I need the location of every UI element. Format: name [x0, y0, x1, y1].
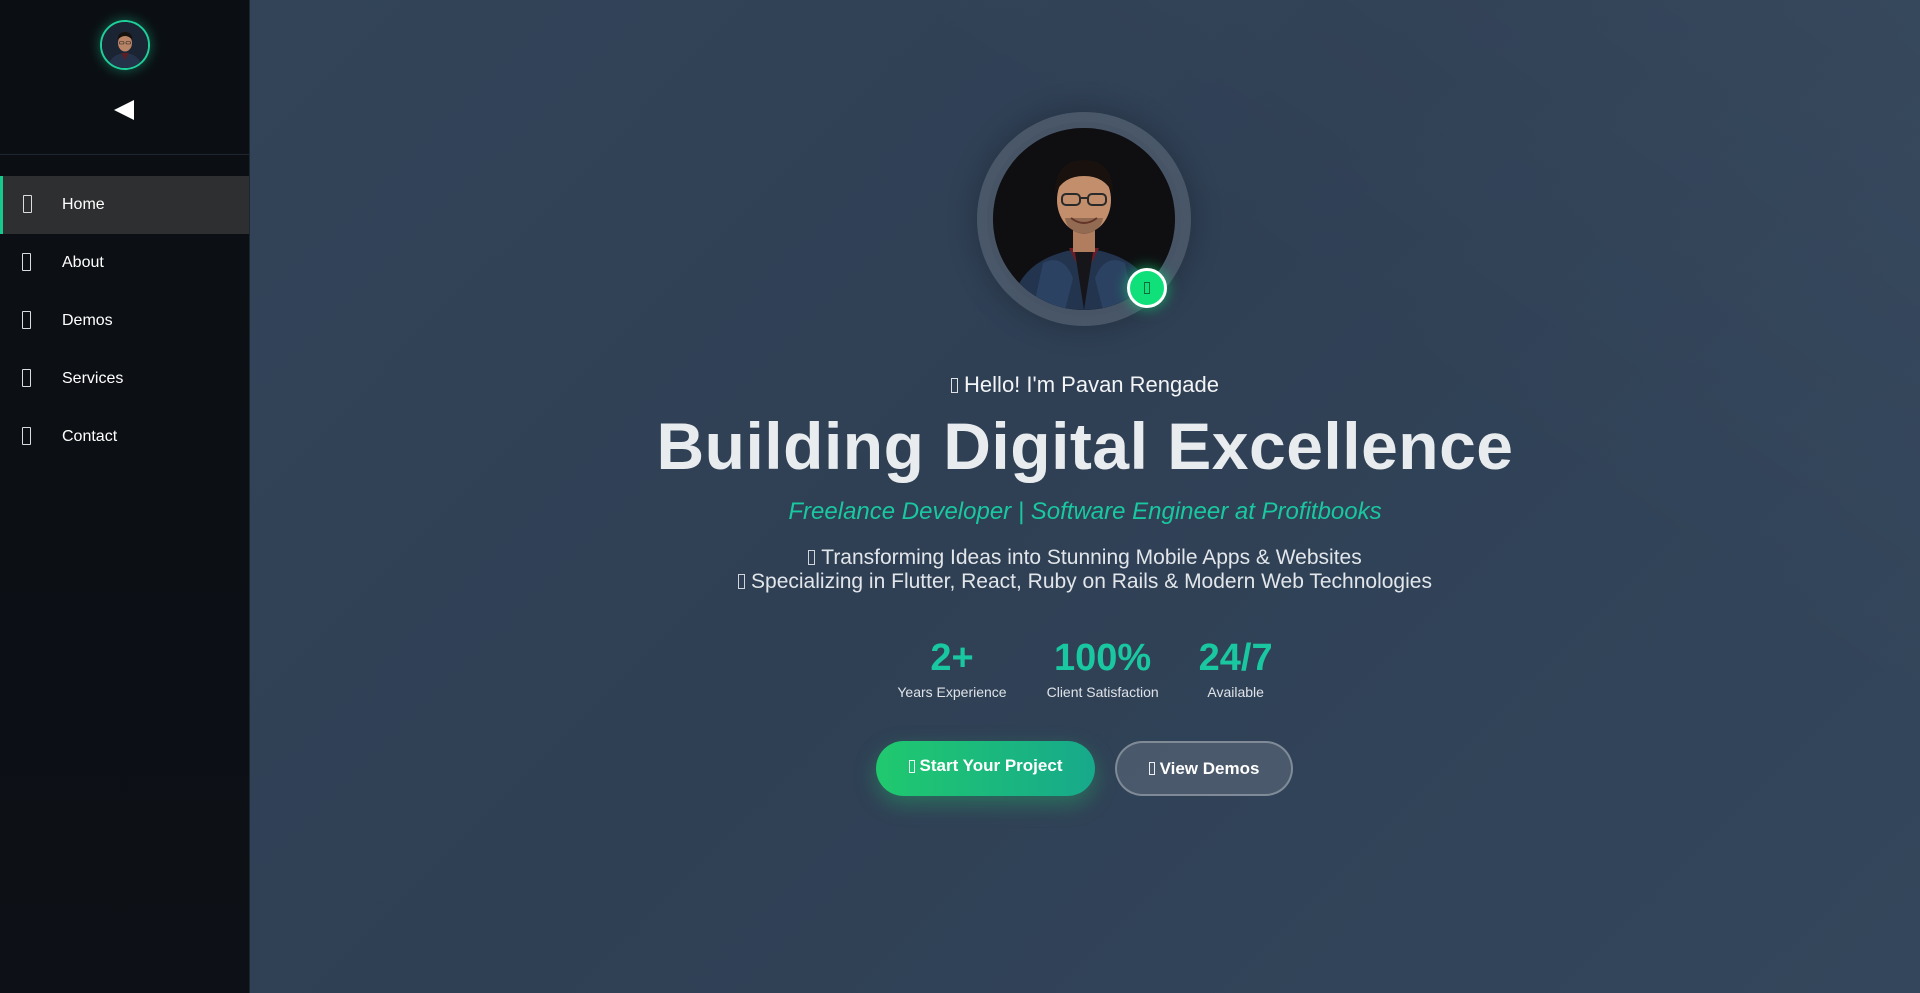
stat-experience: 2+ Years Experience	[897, 636, 1006, 700]
sidebar-item-label: Services	[62, 370, 124, 387]
hero-description: Transforming Ideas into Stunning Mobile …	[250, 546, 1920, 594]
description-line: Transforming Ideas into Stunning Mobile …	[250, 546, 1920, 570]
wave-icon	[951, 378, 959, 393]
tagline: Freelance Developer | Software Engineer …	[788, 498, 1382, 525]
stats-row: 2+ Years Experience 100% Client Satisfac…	[250, 636, 1920, 700]
stat-value: 100%	[1054, 637, 1152, 679]
user-icon	[22, 253, 31, 271]
stat-value: 24/7	[1198, 637, 1273, 679]
view-demos-label: View Demos	[1159, 758, 1260, 778]
cog-icon	[22, 369, 31, 387]
page-title: Building Digital Excellence	[656, 409, 1514, 483]
sidebar-item-services[interactable]: Services	[0, 350, 249, 408]
laptop-icon	[22, 311, 31, 329]
stat-label: Years Experience	[897, 684, 1007, 700]
sidebar-item-label: About	[62, 254, 104, 271]
greeting-text: Hello! I'm Pavan Rengade	[964, 372, 1219, 397]
rocket-icon	[808, 550, 816, 565]
envelope-icon	[22, 427, 31, 445]
sidebar: Home About Demos Services Contact	[0, 0, 250, 993]
description-text: Specializing in Flutter, React, Ruby on …	[751, 570, 1432, 593]
sidebar-nav: Home About Demos Services Contact	[0, 176, 249, 466]
sidebar-item-label: Demos	[62, 312, 113, 329]
sidebar-item-demos[interactable]: Demos	[0, 292, 249, 350]
home-icon	[23, 195, 32, 213]
stat-label: Available	[1207, 684, 1264, 700]
check-icon	[1144, 282, 1150, 294]
description-text: Transforming Ideas into Stunning Mobile …	[821, 546, 1362, 569]
sidebar-item-about[interactable]: About	[0, 234, 249, 292]
hero-section: Hello! I'm Pavan Rengade Building Digita…	[250, 0, 1920, 993]
stat-value: 2+	[930, 637, 974, 679]
start-project-label: Start Your Project	[919, 756, 1063, 775]
start-project-button[interactable]: Start Your Project	[876, 741, 1095, 796]
stat-satisfaction: 100% Client Satisfaction	[1047, 636, 1159, 700]
profile-photo-icon	[102, 22, 148, 68]
sidebar-item-home[interactable]: Home	[0, 176, 249, 234]
sidebar-item-label: Home	[62, 196, 105, 213]
sidebar-item-label: Contact	[62, 428, 118, 445]
eye-icon	[1148, 762, 1155, 775]
sidebar-divider	[0, 154, 249, 155]
sidebar-item-contact[interactable]: Contact	[0, 408, 249, 466]
view-demos-button[interactable]: View Demos	[1115, 741, 1293, 796]
stat-label: Client Satisfaction	[1046, 684, 1159, 700]
sparkle-icon	[738, 574, 746, 589]
sidebar-collapse-button[interactable]	[108, 94, 140, 126]
rocket-icon	[908, 759, 915, 773]
greeting-line: Hello! I'm Pavan Rengade	[250, 372, 1920, 398]
sidebar-avatar[interactable]	[100, 20, 150, 70]
online-status-badge	[1127, 268, 1167, 308]
stat-availability: 24/7 Available	[1199, 636, 1273, 700]
description-line: Specializing in Flutter, React, Ruby on …	[250, 570, 1920, 594]
triangle-left-icon	[114, 100, 134, 120]
